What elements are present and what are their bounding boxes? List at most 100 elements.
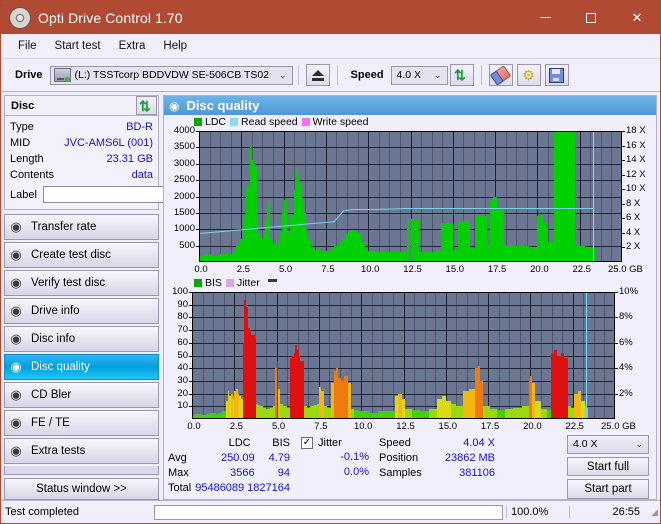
data-bar (520, 246, 529, 262)
legend-item-ldc: LDC (194, 116, 226, 128)
close-button[interactable]: ✕ (614, 1, 660, 34)
save-icon (549, 67, 565, 83)
read-speed-line (537, 208, 572, 210)
y-axis-tick-label: 4000 (173, 125, 195, 136)
y2-axis-tick (622, 174, 625, 176)
legend-item-read-speed: Read speed (230, 116, 298, 128)
y-axis-tick-label: 1500 (173, 206, 195, 218)
x-axis-tick-label: 20.0 (523, 421, 542, 432)
speed-label: Speed (350, 69, 384, 81)
menu-item-start-test[interactable]: Start test (46, 37, 110, 55)
legend-label-bis: BIS (205, 277, 222, 289)
y2-axis-tick (622, 247, 625, 249)
y-axis-tick-label: 30 (177, 374, 188, 386)
refresh-button[interactable] (449, 64, 474, 86)
disc-icon: ◉ (10, 443, 22, 458)
sidebar-item-fe-te[interactable]: ◉ FE / TE (4, 410, 159, 436)
disc-quality-panel: ◉ Disc quality LDC Read speed Write spee… (163, 95, 657, 500)
legend-label-read-speed: Read speed (241, 116, 298, 128)
disc-icon: ◉ (10, 247, 22, 262)
sidebar-spacer (4, 466, 159, 475)
sidebar-item-transfer-rate[interactable]: ◉ Transfer rate (4, 214, 159, 240)
legend-item-write-speed: Write speed (301, 116, 369, 128)
y2-axis-tick-label: 6 X (626, 212, 641, 224)
disc-info-panel: Type BD-R MID JVC-AMS6L (001) Length 23.… (4, 116, 250, 210)
maximize-button[interactable] (568, 1, 614, 34)
minimize-button[interactable] (522, 1, 568, 34)
bis-chart: 10 20 30 40 50 60 70 80 90 100 2% 4% 6% 8% 10% 0.0 2.5 5.… (166, 286, 654, 433)
toolbar-divider-2 (336, 65, 338, 85)
y2-axis-tick (622, 145, 625, 147)
x-axis-tick-label: 0.0 (194, 264, 208, 275)
jitter-checkbox[interactable]: ✓ (301, 436, 313, 449)
sidebar-item-verify-test-disc[interactable]: ◉ Verify test disc (4, 270, 159, 296)
chevron-down-icon: ⌄ (635, 438, 643, 449)
measurement-column: Speed 4.04 X Position 23862 MB Samples 3… (379, 435, 501, 499)
legend-swatch-read-speed (230, 118, 239, 126)
disc-icon: ◉ (10, 275, 22, 290)
y-axis-tick-label: 90 (177, 298, 188, 310)
disc-icon: ◉ (169, 98, 180, 113)
menu-item-help[interactable]: Help (154, 37, 196, 55)
stats-max-bis: 94 (277, 466, 291, 479)
y-axis-tick (189, 317, 192, 319)
data-bar (540, 408, 548, 419)
read-speed-line (368, 208, 403, 210)
settings-button[interactable]: ⚙ (516, 64, 541, 86)
data-bar (418, 251, 428, 262)
stats-row-label-avg: Avg (168, 451, 187, 464)
sidebar-item-disc-quality[interactable]: ◉ Disc quality (4, 354, 159, 380)
x-axis-tick-label: 20.0 (530, 264, 549, 275)
sidebar-item-create-test-disc[interactable]: ◉ Create test disc (4, 242, 159, 268)
disc-field-length: Length 23.31 GB (10, 151, 153, 167)
disc-icon: ◉ (10, 387, 22, 402)
position-key: Position (379, 451, 419, 464)
speed-select[interactable]: 4.0 X ⌄ (390, 65, 448, 85)
disc-field-type-value: BD-R (126, 121, 153, 133)
menu-item-extra[interactable]: Extra (110, 37, 155, 55)
y2-axis-tick-label: 4 X (626, 226, 641, 238)
position-value: 23862 MB (444, 451, 495, 464)
samples-key: Samples (379, 466, 422, 479)
eject-button[interactable] (305, 64, 330, 86)
y2-axis-tick (615, 393, 618, 395)
sidebar-item-extra-tests[interactable]: ◉ Extra tests (4, 438, 159, 464)
stats-avg-bis: 4.79 (268, 451, 291, 464)
y-axis-tick (196, 147, 199, 149)
y-axis-tick (196, 180, 199, 182)
sidebar-item-disc-info[interactable]: ◉ Disc info (4, 326, 159, 352)
disc-panel-title: Disc (11, 99, 35, 112)
drive-select[interactable]: (L:) TSSTcorp BDDVDW SE-506CB TS02 ⌄ (49, 65, 293, 85)
x-axis-tick-label: 2.5 (236, 264, 250, 275)
sidebar-item-drive-info[interactable]: ◉ Drive info (4, 298, 159, 324)
y-axis-tick (189, 304, 192, 306)
erase-button[interactable] (488, 64, 513, 86)
data-bar (571, 131, 575, 262)
y2-axis-tick-label: 18 X (626, 125, 646, 136)
data-bar (505, 408, 514, 419)
status-window-button[interactable]: Status window >> (4, 478, 159, 500)
legend-label-write-speed: Write speed (312, 116, 369, 128)
y2-axis-tick (615, 317, 618, 319)
data-bar (405, 408, 412, 419)
sidebar-item-cd-bler[interactable]: ◉ CD Bler (4, 382, 159, 408)
refresh-icon (139, 99, 154, 113)
app-disc-icon (9, 6, 31, 29)
main-content: Disc Type BD-R MID JVC-AMS6L (001) Lengt… (1, 92, 660, 500)
elapsed-time: 26:55 (569, 506, 646, 518)
disc-refresh-button[interactable] (136, 96, 157, 115)
speed-key: Speed (379, 436, 411, 449)
start-part-button[interactable]: Start part (567, 479, 649, 499)
save-button[interactable] (544, 64, 569, 86)
menu-item-file[interactable]: File (9, 37, 46, 55)
stats-row-label-total: Total (168, 481, 192, 494)
start-full-button[interactable]: Start full (567, 456, 649, 477)
disc-label-caption: Label (10, 188, 37, 201)
chevron-down-icon: ⌄ (434, 69, 442, 80)
data-bar (427, 251, 436, 262)
test-speed-select[interactable]: 4.0 X ⌄ (567, 435, 649, 454)
table-row: Max 3566 94 (168, 465, 293, 480)
resize-grip-icon[interactable]: ◢ (646, 507, 660, 518)
sidebar-item-label: Disc info (31, 333, 76, 345)
read-speed-line (435, 208, 470, 210)
